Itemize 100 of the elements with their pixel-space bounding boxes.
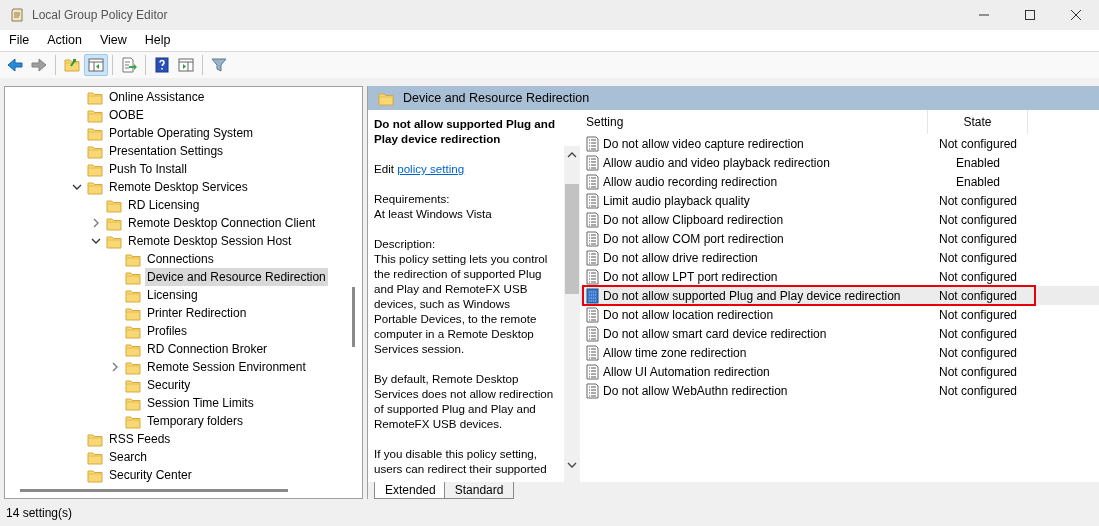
folder-icon xyxy=(125,341,141,357)
setting-state: Not configured xyxy=(937,135,1018,153)
header-title: Device and Resource Redirection xyxy=(403,89,590,107)
folder-icon xyxy=(125,323,141,339)
action-pane-icon xyxy=(178,57,194,73)
policy-document-icon xyxy=(585,363,600,380)
scroll-icon xyxy=(10,7,24,23)
setting-state: Not configured xyxy=(937,363,1018,381)
list-row[interactable]: Allow UI Automation redirection Not configured xyxy=(580,362,1099,382)
tree-item[interactable]: Licensing xyxy=(145,286,200,304)
window-title: Local Group Policy Editor xyxy=(32,7,169,24)
scrollbar-thumb[interactable] xyxy=(20,489,288,492)
close-icon[interactable] xyxy=(1070,9,1082,21)
list-row[interactable]: Allow time zone redirection Not configured xyxy=(580,343,1099,363)
policy-document-icon xyxy=(585,287,600,304)
expand-chevron-icon[interactable] xyxy=(110,362,120,372)
folder-icon xyxy=(125,269,141,285)
folder-icon xyxy=(87,89,103,105)
folder-icon xyxy=(106,215,122,231)
tree-item[interactable]: Security Center xyxy=(107,466,194,484)
folder-icon xyxy=(125,251,141,267)
tree-item[interactable]: Temporary folders xyxy=(145,412,246,430)
list-row[interactable]: Allow audio recording redirection Enabled xyxy=(580,172,1099,192)
tree-item[interactable]: Session Time Limits xyxy=(145,394,256,412)
menu-item[interactable]: File xyxy=(0,30,39,51)
menu-item[interactable]: Help xyxy=(135,30,180,51)
menu-item[interactable]: Action xyxy=(38,30,91,51)
tree-item[interactable]: Online Assistance xyxy=(107,88,207,106)
folder-icon xyxy=(87,143,103,159)
folder-icon xyxy=(125,287,141,303)
expand-chevron-icon[interactable] xyxy=(91,218,101,228)
tree-item[interactable]: Remote Desktop Session Host xyxy=(126,232,294,250)
list-row[interactable]: Do not allow video capture redirection Not configured xyxy=(580,134,1099,154)
tree-item[interactable]: Profiles xyxy=(145,322,189,340)
setting-name: Do not allow COM port redirection xyxy=(603,230,785,248)
list-row[interactable]: Do not allow WebAuthn redirection Not configured xyxy=(580,381,1099,401)
list-row[interactable]: Limit audio playback quality Not configured xyxy=(580,191,1099,211)
policy-document-icon xyxy=(585,154,600,171)
setting-name: Do not allow drive redirection xyxy=(603,249,759,267)
tree-item[interactable]: Push To Install xyxy=(107,160,189,178)
list-row[interactable]: Do not allow smart card device redirection Not configured xyxy=(580,324,1099,344)
tree-item[interactable]: Presentation Settings xyxy=(107,142,226,160)
tree-item[interactable]: Connections xyxy=(145,250,216,268)
policy-document-icon xyxy=(585,192,600,209)
tree-item[interactable]: RSS Feeds xyxy=(107,430,173,448)
column-header[interactable]: Setting xyxy=(580,110,928,135)
folder-icon xyxy=(87,107,103,123)
collapse-chevron-icon[interactable] xyxy=(91,236,101,246)
tree-item[interactable]: RD Connection Broker xyxy=(145,340,270,358)
tree-item[interactable]: Remote Session Environment xyxy=(145,358,308,376)
list-row[interactable]: Do not allow LPT port redirection Not configured xyxy=(580,267,1099,287)
setting-name: Do not allow LPT port redirection xyxy=(603,268,779,286)
maximize-icon[interactable] xyxy=(1024,9,1036,21)
folder-icon xyxy=(87,467,103,483)
list-row[interactable]: Do not allow location redirection Not configured xyxy=(580,305,1099,325)
setting-state: Not configured xyxy=(937,344,1018,362)
tree-item[interactable]: Printer Redirection xyxy=(145,304,249,322)
list-row[interactable]: Do not allow drive redirection Not configured xyxy=(580,248,1099,268)
setting-name: Do not allow location redirection xyxy=(603,306,775,324)
scroll-down-icon[interactable] xyxy=(567,462,577,468)
edit-text: Edit policy setting xyxy=(374,161,466,177)
setting-name: Do not allow smart card device redirection xyxy=(603,325,828,343)
setting-name: Limit audio playback quality xyxy=(603,192,751,210)
column-header[interactable]: State xyxy=(928,110,1028,135)
list-row[interactable]: Allow audio and video playback redirection Enabled xyxy=(580,153,1099,173)
folder-icon xyxy=(378,90,394,106)
tree-item[interactable]: Search xyxy=(107,448,150,466)
tree-item[interactable]: Remote Desktop Services xyxy=(107,178,250,196)
tree-item[interactable]: RD Licensing xyxy=(126,196,202,214)
tree-item[interactable]: Device and Resource Redirection xyxy=(145,268,328,286)
policy-document-icon xyxy=(585,135,600,152)
tree-item[interactable]: Security xyxy=(145,376,193,394)
list-row[interactable]: Do not allow Clipboard redirection Not configured xyxy=(580,210,1099,230)
tab[interactable]: Extended xyxy=(374,482,447,499)
tree-item[interactable]: Portable Operating System xyxy=(107,124,256,142)
setting-state: Enabled xyxy=(954,173,1001,191)
status-text: 14 setting(s) xyxy=(6,505,73,522)
setting-name: Do not allow WebAuthn redirection xyxy=(603,382,789,400)
help-icon xyxy=(154,57,170,73)
tree-item[interactable]: OOBE xyxy=(107,106,146,124)
folder-icon xyxy=(106,233,122,249)
setting-name: Do not allow Clipboard redirection xyxy=(603,211,785,229)
list-row[interactable]: Do not allow COM port redirection Not configured xyxy=(580,229,1099,249)
policy-document-icon xyxy=(585,325,600,342)
setting-state: Not configured xyxy=(937,306,1018,324)
list-row[interactable]: Do not allow supported Plug and Play device redirection Not configured xyxy=(580,286,1099,306)
menu-item[interactable]: View xyxy=(90,30,136,51)
setting-state: Not configured xyxy=(937,382,1018,400)
scrollbar-thumb[interactable] xyxy=(564,184,580,295)
scrollbar-thumb[interactable] xyxy=(352,287,355,347)
scroll-up-icon[interactable] xyxy=(567,152,577,159)
setting-state: Not configured xyxy=(937,192,1018,210)
policy-setting-link[interactable]: policy setting xyxy=(397,162,465,176)
tab[interactable]: Standard xyxy=(443,482,515,499)
collapse-chevron-icon[interactable] xyxy=(72,182,82,192)
tree-item[interactable]: Remote Desktop Connection Client xyxy=(126,214,318,232)
policy-document-icon xyxy=(585,249,600,266)
description-text: Requirements: At least Windows Vista xyxy=(374,191,493,222)
setting-state: Not configured xyxy=(937,249,1018,267)
setting-name: Allow audio and video playback redirection xyxy=(603,154,831,172)
